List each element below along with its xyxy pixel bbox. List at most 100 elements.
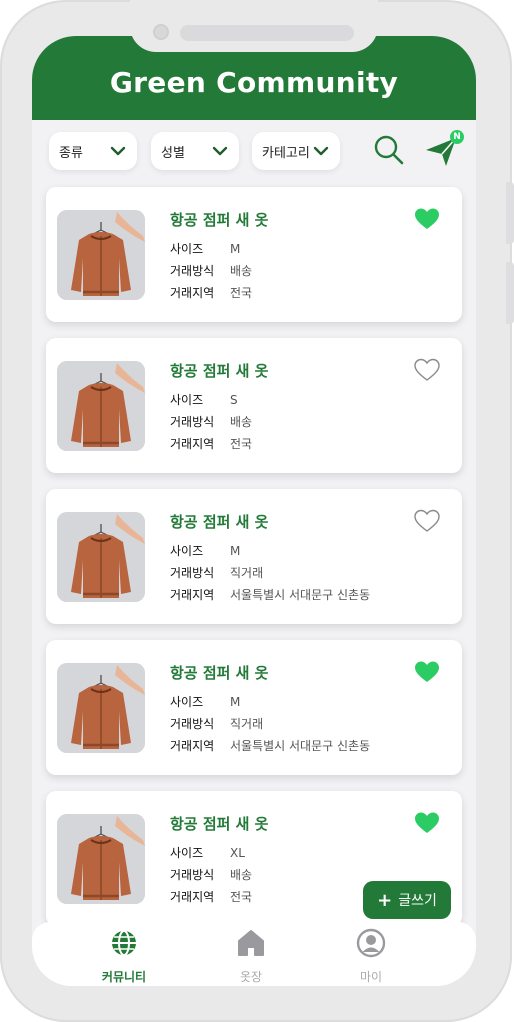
size-row: 사이즈 M bbox=[170, 240, 240, 257]
chevron-down-icon bbox=[313, 146, 329, 156]
size-row: 사이즈 XL bbox=[170, 844, 245, 861]
nav-label: 옷장 bbox=[239, 970, 263, 984]
jacket-icon bbox=[57, 814, 145, 904]
app-title: Green Community bbox=[109, 66, 399, 99]
heart-outline-icon[interactable] bbox=[414, 358, 440, 382]
trade-method-value: 배송 bbox=[230, 868, 253, 882]
product-photo bbox=[57, 210, 145, 300]
trade-method-label: 거래방식 bbox=[170, 868, 215, 882]
volume-button bbox=[506, 182, 514, 244]
chevron-down-icon bbox=[110, 146, 126, 156]
trade-method-row: 거래방식 배송 bbox=[170, 413, 252, 430]
trade-region-value: 서울특별시 서대문구 신촌동 bbox=[230, 739, 371, 753]
app-screen: Green Community 종류 성별 카테고리 N 항공 점퍼 새 옷사이… bbox=[32, 36, 476, 986]
post-card[interactable]: 항공 점퍼 새 옷사이즈 M 거래방식 직거래거래지역 서울특별시 서대문구 신촌동 bbox=[46, 640, 462, 775]
product-photo bbox=[57, 814, 145, 904]
jacket-icon bbox=[57, 210, 145, 300]
nav-closet[interactable]: 옷장 bbox=[206, 928, 296, 985]
chevron-down-icon bbox=[212, 146, 228, 156]
category-filter-dropdown[interactable]: 카테고리 bbox=[252, 132, 340, 170]
front-camera bbox=[153, 24, 169, 40]
trade-method-value: 배송 bbox=[230, 264, 253, 278]
jacket-icon bbox=[57, 361, 145, 451]
gender-filter-dropdown[interactable]: 성별 bbox=[151, 132, 239, 170]
jacket-icon bbox=[57, 512, 145, 602]
trade-method-value: 직거래 bbox=[230, 717, 264, 731]
globe-icon bbox=[112, 930, 136, 956]
size-label: 사이즈 bbox=[170, 393, 204, 407]
trade-region-label: 거래지역 bbox=[170, 588, 215, 602]
size-label: 사이즈 bbox=[170, 695, 204, 709]
trade-region-row: 거래지역 전국 bbox=[170, 284, 252, 301]
trade-region-label: 거래지역 bbox=[170, 890, 215, 904]
size-row: 사이즈 M bbox=[170, 693, 240, 710]
trade-method-value: 배송 bbox=[230, 415, 253, 429]
trade-method-row: 거래방식 배송 bbox=[170, 262, 252, 279]
trade-region-value: 전국 bbox=[230, 437, 253, 451]
home-icon bbox=[238, 930, 264, 956]
heart-filled-icon[interactable] bbox=[414, 811, 440, 835]
trade-method-label: 거래방식 bbox=[170, 264, 215, 278]
nav-my[interactable]: 마이 bbox=[326, 928, 416, 985]
trade-region-row: 거래지역 서울특별시 서대문구 신촌동 bbox=[170, 737, 370, 754]
post-title: 항공 점퍼 새 옷 bbox=[170, 664, 269, 682]
size-label: 사이즈 bbox=[170, 242, 204, 256]
trade-region-row: 거래지역 전국 bbox=[170, 888, 252, 905]
write-post-button[interactable]: + 글쓰기 bbox=[363, 881, 451, 919]
filter-label: 카테고리 bbox=[262, 145, 310, 161]
size-value: S bbox=[230, 393, 238, 407]
trade-region-label: 거래지역 bbox=[170, 286, 215, 300]
size-value: M bbox=[230, 544, 241, 558]
post-title: 항공 점퍼 새 옷 bbox=[170, 362, 269, 380]
post-title: 항공 점퍼 새 옷 bbox=[170, 513, 269, 531]
nav-label: 마이 bbox=[359, 970, 383, 984]
heart-outline-icon[interactable] bbox=[414, 509, 440, 533]
plus-icon: + bbox=[377, 889, 393, 911]
heart-filled-icon[interactable] bbox=[414, 660, 440, 684]
product-photo bbox=[57, 663, 145, 753]
search-icon[interactable] bbox=[373, 134, 405, 166]
size-row: 사이즈 M bbox=[170, 542, 240, 559]
heart-filled-icon[interactable] bbox=[414, 207, 440, 231]
trade-region-label: 거래지역 bbox=[170, 739, 215, 753]
post-card[interactable]: 항공 점퍼 새 옷사이즈 M 거래방식 직거래거래지역 서울특별시 서대문구 신촌동 bbox=[46, 489, 462, 624]
trade-method-label: 거래방식 bbox=[170, 717, 215, 731]
jacket-icon bbox=[57, 663, 145, 753]
post-card[interactable]: 항공 점퍼 새 옷사이즈 M 거래방식 배송거래지역 전국 bbox=[46, 187, 462, 322]
trade-region-value: 전국 bbox=[230, 890, 253, 904]
trade-region-row: 거래지역 서울특별시 서대문구 신촌동 bbox=[170, 586, 370, 603]
product-photo bbox=[57, 361, 145, 451]
profile-icon bbox=[356, 928, 386, 958]
earpiece-speaker bbox=[180, 25, 354, 41]
notification-badge: N bbox=[450, 130, 464, 144]
trade-region-row: 거래지역 전국 bbox=[170, 435, 252, 452]
size-label: 사이즈 bbox=[170, 846, 204, 860]
post-card[interactable]: 항공 점퍼 새 옷사이즈 S 거래방식 배송거래지역 전국 bbox=[46, 338, 462, 473]
write-post-label: 글쓰기 bbox=[398, 893, 437, 909]
trade-method-row: 거래방식 배송 bbox=[170, 866, 252, 883]
power-button bbox=[506, 262, 514, 324]
post-title: 항공 점퍼 새 옷 bbox=[170, 211, 269, 229]
nav-community[interactable]: 커뮤니티 bbox=[79, 928, 169, 985]
trade-method-label: 거래방식 bbox=[170, 415, 215, 429]
bottom-navigation: 커뮤니티 옷장 마이 bbox=[32, 922, 476, 986]
nav-label: 커뮤니티 bbox=[101, 970, 147, 984]
messages-button[interactable]: N bbox=[422, 130, 464, 170]
trade-method-label: 거래방식 bbox=[170, 566, 215, 580]
size-label: 사이즈 bbox=[170, 544, 204, 558]
trade-region-value: 서울특별시 서대문구 신촌동 bbox=[230, 588, 371, 602]
post-title: 항공 점퍼 새 옷 bbox=[170, 815, 269, 833]
trade-region-label: 거래지역 bbox=[170, 437, 215, 451]
filter-label: 종류 bbox=[59, 145, 83, 161]
trade-method-row: 거래방식 직거래 bbox=[170, 715, 263, 732]
trade-method-value: 직거래 bbox=[230, 566, 264, 580]
size-value: XL bbox=[230, 846, 245, 860]
type-filter-dropdown[interactable]: 종류 bbox=[49, 132, 137, 170]
product-photo bbox=[57, 512, 145, 602]
trade-region-value: 전국 bbox=[230, 286, 253, 300]
trade-method-row: 거래방식 직거래 bbox=[170, 564, 263, 581]
size-value: M bbox=[230, 242, 241, 256]
size-row: 사이즈 S bbox=[170, 391, 238, 408]
filter-label: 성별 bbox=[161, 145, 185, 161]
size-value: M bbox=[230, 695, 241, 709]
